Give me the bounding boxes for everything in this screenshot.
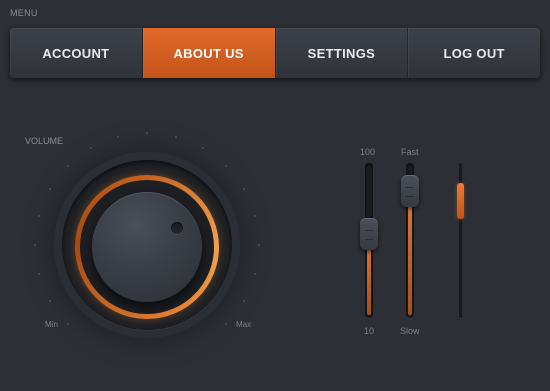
volume-tick [225,323,228,326]
volume-tick [37,272,40,275]
slider-3-handle[interactable] [457,183,464,220]
menu-item-account[interactable]: ACCOUNT [10,28,143,78]
volume-tick [258,244,260,246]
volume-tick [90,147,92,149]
volume-tick [49,188,51,190]
slider-1-handle[interactable] [360,218,378,251]
slider-3-track[interactable] [457,163,464,318]
volume-tick [49,300,51,302]
menu-item-settings[interactable]: SETTINGS [276,28,409,78]
volume-knob[interactable] [92,192,202,302]
slider-2-handle[interactable] [401,175,419,208]
volume-max-label: Max [236,320,252,329]
volume-tick [254,272,257,275]
volume-tick [146,132,148,134]
slider-1-bottom-label: 10 [364,326,375,336]
volume-tick [66,164,69,167]
volume-tick [254,215,257,217]
volume-tick [66,323,69,326]
slider-2-top-label: Fast [401,147,419,157]
volume-tick [242,300,245,302]
main-menu: ACCOUNT ABOUT US SETTINGS LOG OUT [10,28,540,78]
volume-tick [174,135,177,138]
knob-indicator-dot [171,222,183,234]
slider-2-bottom-label: Slow [400,326,420,336]
volume-tick [242,188,245,190]
slider-2-track[interactable] [401,163,419,318]
volume-tick [37,215,40,217]
slider-1-track[interactable] [360,163,378,318]
volume-tick [34,244,36,246]
menu-item-log-out[interactable]: LOG OUT [408,28,540,78]
menu-item-about-us[interactable]: ABOUT US [142,28,276,78]
volume-tick [202,147,204,149]
volume-min-label: Min [45,320,58,329]
volume-tick [117,135,119,138]
menu-label: MENU [10,8,38,18]
slider-1-top-label: 100 [360,147,376,157]
volume-label: VOLUME [25,136,64,146]
slider-2-fill [408,191,412,315]
volume-tick [225,164,228,167]
